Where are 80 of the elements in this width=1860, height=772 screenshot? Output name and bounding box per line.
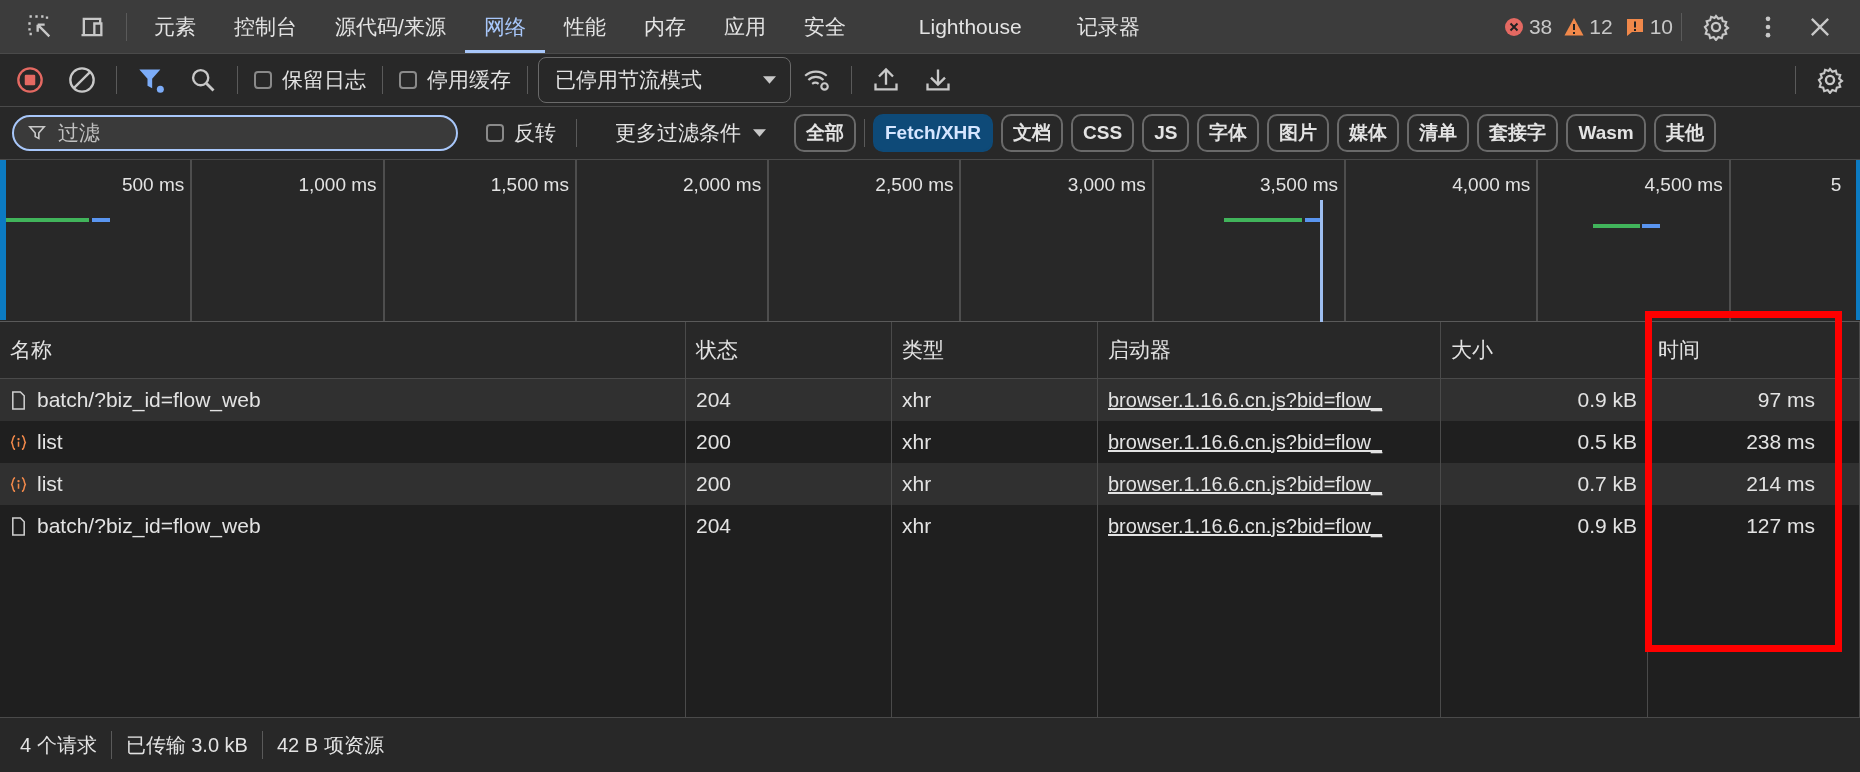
time-tick-label: 4,500 ms — [1644, 174, 1723, 197]
throttling-dropdown[interactable]: 已停用节流模式 — [538, 57, 791, 103]
initiator-link[interactable]: browser.1.16.6.cn.js?bid=flow_ — [1108, 514, 1383, 538]
time-tick-label: 1,500 ms — [490, 174, 569, 197]
initiator-link[interactable]: browser.1.16.6.cn.js?bid=flow_ — [1108, 430, 1383, 454]
time-tick-label: 2,500 ms — [875, 174, 954, 197]
document-icon — [10, 516, 27, 536]
panel-tab[interactable]: 网络 — [464, 0, 545, 53]
upload-icon[interactable] — [872, 66, 900, 94]
status-text: 4 个请求 — [20, 732, 97, 758]
checkbox-label: 保留日志 — [282, 67, 366, 93]
issue-count: 38 — [1528, 14, 1553, 39]
type-filter-chip[interactable]: Fetch/XHR — [873, 114, 994, 152]
type-filter-chip[interactable]: 字体 — [1197, 114, 1260, 152]
panel-tab[interactable]: 源代码/来源 — [316, 0, 465, 53]
panel-tab[interactable]: 内存 — [624, 0, 705, 53]
error-icon[interactable] — [1503, 16, 1524, 37]
request-name[interactable]: batch/?biz_id=flow_web — [37, 514, 261, 538]
panel-tab[interactable]: 记录器 — [1057, 0, 1159, 53]
panel-tab[interactable]: 元素 — [135, 0, 215, 53]
panel-tab[interactable]: 控制台 — [215, 0, 316, 53]
checkbox[interactable] — [399, 71, 417, 89]
type-filter-chip[interactable]: 全部 — [794, 114, 856, 152]
checkbox-label: 反转 — [514, 120, 556, 146]
time-tick-label: 5 — [1830, 174, 1842, 197]
request-name[interactable]: list — [37, 472, 63, 496]
time-tick-label: 3,500 ms — [1259, 174, 1339, 197]
time-tick-label: 500 ms — [122, 174, 185, 197]
column-header[interactable]: 类型 — [892, 322, 1098, 378]
info-icon[interactable] — [1624, 16, 1645, 37]
request-name[interactable]: batch/?biz_id=flow_web — [37, 388, 261, 412]
settings-icon[interactable] — [1816, 66, 1844, 94]
type-filter-chip[interactable]: 其他 — [1653, 114, 1716, 152]
checkbox[interactable] — [254, 71, 272, 89]
column-header[interactable]: 名称 — [0, 322, 686, 378]
column-header[interactable]: 大小 — [1441, 322, 1648, 378]
caret-icon — [763, 75, 776, 85]
panel-tab[interactable]: 应用 — [704, 0, 785, 53]
status-text: 已传输 3.0 kB — [125, 732, 248, 758]
range-handle[interactable] — [1856, 160, 1860, 320]
panel-tab[interactable]: Lighthouse — [864, 0, 1058, 53]
clear-icon[interactable] — [68, 66, 96, 94]
type-filter-chip[interactable]: CSS — [1071, 114, 1135, 152]
time-tick-label: 3,000 ms — [1067, 174, 1146, 197]
time-tick-label: 4,000 ms — [1452, 174, 1531, 197]
type-filter-chip[interactable]: 文档 — [1001, 114, 1064, 152]
issue-count: 10 — [1649, 14, 1673, 39]
column-header[interactable]: 状态 — [686, 322, 892, 378]
column-header[interactable]: 时间 — [1648, 322, 1860, 378]
filter-field[interactable]: 过滤 — [12, 115, 458, 151]
more-filters-dropdown[interactable]: 更多过滤条件 — [615, 119, 766, 147]
settings-icon[interactable] — [1702, 12, 1730, 41]
column-header[interactable]: 启动器 — [1098, 322, 1441, 378]
request-bar — [1593, 224, 1660, 228]
type-filter-chip[interactable]: 套接字 — [1477, 114, 1559, 152]
request-name[interactable]: list — [37, 430, 63, 454]
search-icon[interactable] — [189, 66, 217, 94]
record-icon[interactable] — [16, 66, 44, 94]
issue-count: 12 — [1589, 14, 1613, 39]
checkbox[interactable] — [486, 124, 504, 142]
document-icon — [10, 390, 27, 410]
braces-icon — [10, 432, 27, 452]
time-tick-label: 1,000 ms — [298, 174, 377, 197]
type-filter-chip[interactable]: JS — [1142, 114, 1190, 152]
caret-icon — [753, 128, 766, 138]
initiator-link[interactable]: browser.1.16.6.cn.js?bid=flow_ — [1108, 472, 1383, 496]
type-filter-chip[interactable]: 图片 — [1267, 114, 1330, 152]
panel-tab[interactable]: 安全 — [784, 0, 865, 53]
status-text: 42 B 项资源 — [276, 732, 384, 758]
time-tick-label: 2,000 ms — [683, 174, 762, 197]
filter-icon — [28, 124, 46, 142]
type-filter-chip[interactable]: 清单 — [1407, 114, 1470, 152]
type-filter-chip[interactable]: Wasm — [1566, 114, 1646, 152]
braces-icon — [10, 474, 27, 494]
warning-icon[interactable] — [1564, 16, 1585, 37]
initiator-link[interactable]: browser.1.16.6.cn.js?bid=flow_ — [1108, 388, 1383, 412]
range-handle[interactable] — [0, 160, 6, 320]
type-filter-chip[interactable]: 媒体 — [1337, 114, 1400, 152]
checkbox-label: 停用缓存 — [427, 67, 511, 93]
panel-tab[interactable]: 性能 — [544, 0, 625, 53]
